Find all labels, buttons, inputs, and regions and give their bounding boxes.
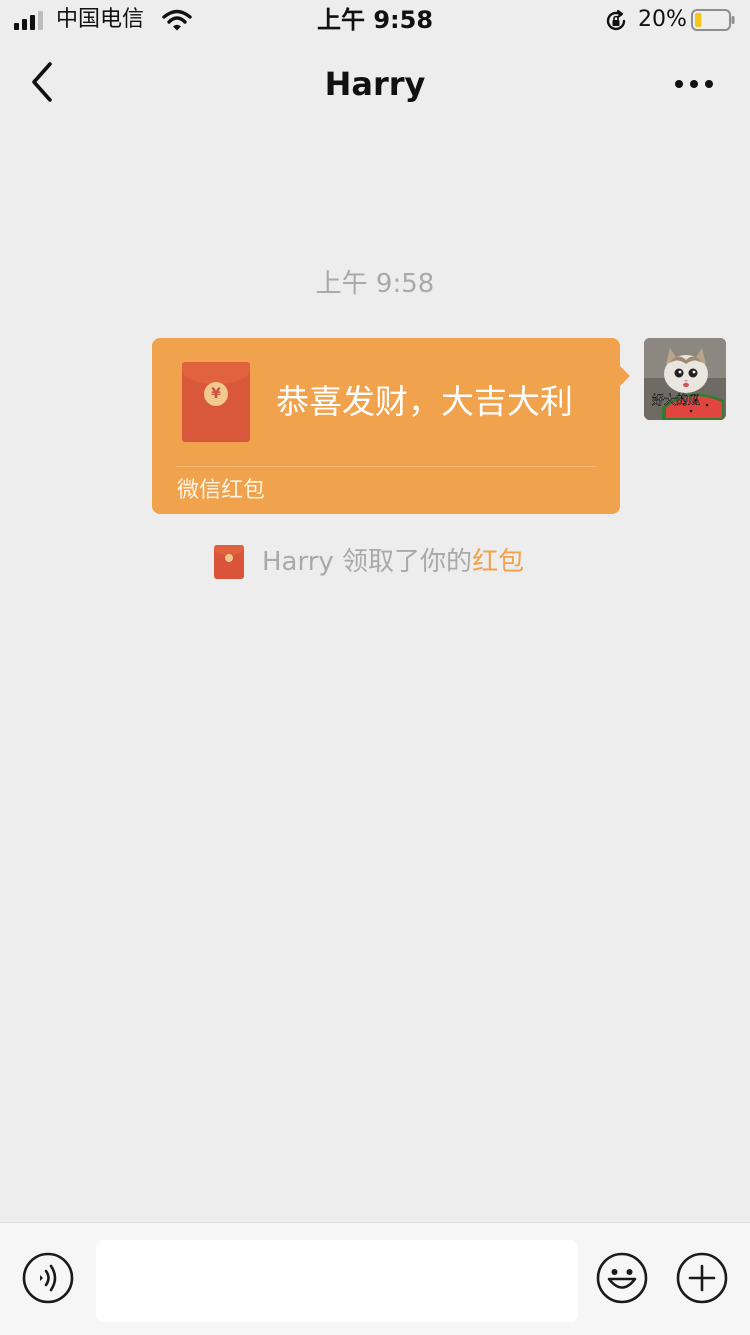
small-coin-icon [225, 554, 233, 562]
voice-icon[interactable] [22, 1252, 74, 1304]
emoji-icon[interactable] [596, 1252, 648, 1304]
red-packet-message: 恭喜发财，大吉大利 [276, 382, 573, 421]
bubble-tail [620, 366, 630, 386]
avatar-caption: 好大的瓜 [652, 392, 700, 407]
battery-percent: 20% [638, 7, 687, 32]
red-packet-small-icon [214, 545, 244, 579]
chat-title: Harry [324, 65, 426, 103]
red-packet-footer: 微信红包 [177, 478, 266, 503]
more-dots-icon[interactable] [674, 74, 714, 94]
notice-prefix: Harry 领取了你的 [262, 547, 473, 577]
red-packet-notice: Harry 领取了你的红包 [262, 543, 524, 581]
message-timestamp: 上午 9:58 [315, 269, 435, 299]
envelope-flap [182, 362, 250, 384]
coin-icon: ¥ [204, 382, 228, 406]
message-input[interactable] [96, 1240, 578, 1322]
notice-red-packet-link[interactable]: 红包 [472, 547, 524, 577]
red-envelope-icon: ¥ [182, 362, 250, 442]
avatar[interactable]: 好大的瓜 [644, 338, 726, 420]
battery-icon [691, 9, 735, 31]
bubble-divider [176, 466, 596, 467]
rotation-lock-icon [606, 9, 626, 31]
plus-icon[interactable] [676, 1252, 728, 1304]
